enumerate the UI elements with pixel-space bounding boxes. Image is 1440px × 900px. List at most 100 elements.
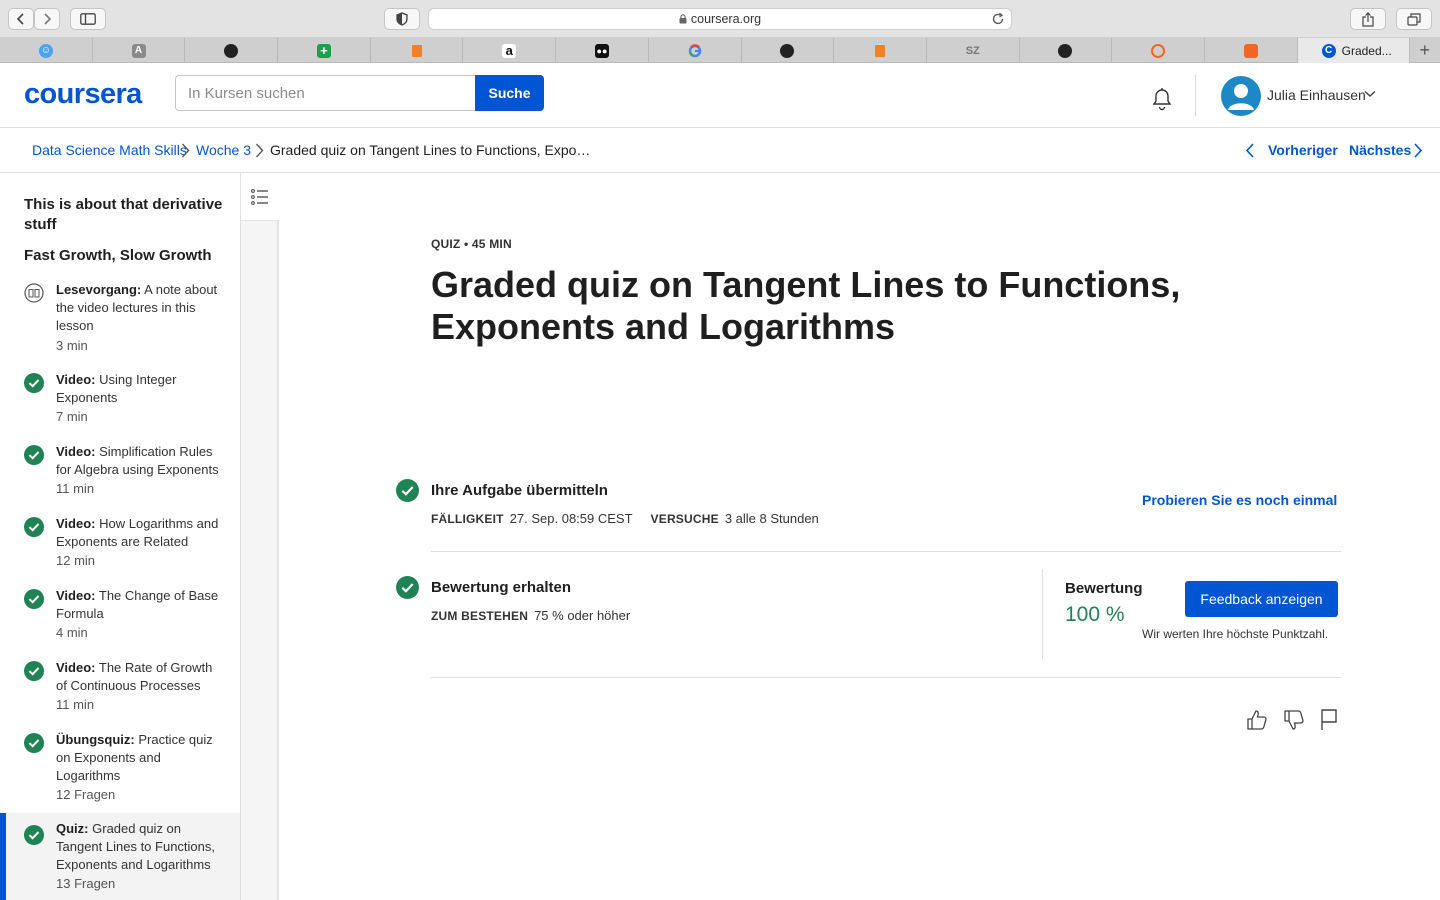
sidebar-item-practice-quiz[interactable]: Übungsquiz: Practice quiz on Exponents a… [0,731,240,807]
pass-label: ZUM BESTEHEN [431,609,529,623]
sidebar-item-video[interactable]: Video: Using Integer Exponents 7 min [0,371,240,429]
lock-icon [679,14,687,24]
breadcrumb-week[interactable]: Woche 3 [196,142,251,158]
reload-icon[interactable] [991,12,1005,26]
tab[interactable] [1112,38,1205,63]
smiley-icon: ☺ [38,43,53,58]
tab[interactable]: A [93,38,186,63]
sidebar-toggle-button[interactable] [70,8,106,30]
search-input[interactable] [175,75,475,111]
book-icon [24,283,44,303]
check-circle-icon [396,479,419,502]
sidebar-item-label: Quiz: Graded quiz on Tangent Lines to Fu… [56,821,215,872]
feedback-button[interactable]: Feedback anzeigen [1185,581,1338,617]
divider [431,551,1341,552]
retry-link[interactable]: Probieren Sie es noch einmal [1142,492,1337,508]
header-divider [1195,75,1196,116]
shield-icon [396,12,408,26]
grade-divider [1042,569,1043,659]
tab[interactable]: + [278,38,371,63]
course-outline-sidebar: This is about that derivative stuff Fast… [0,173,241,900]
privacy-shield-button[interactable] [384,8,420,30]
divider [431,677,1341,678]
user-name[interactable]: Julia Einhausen [1267,87,1366,103]
stack-icon [875,44,886,57]
check-circle-icon [396,576,419,599]
grade-value: 100 % [1065,603,1125,626]
tab[interactable] [1020,38,1113,63]
github-icon [780,43,795,58]
green-plus-icon: + [316,43,331,58]
stack-icon [411,44,422,57]
google-icon [688,43,701,57]
due-label: FÄLLIGKEIT [431,512,504,526]
thumbs-down-icon[interactable] [1282,708,1306,732]
sidebar-item-graded-quiz[interactable]: Quiz: Graded quiz on Tangent Lines to Fu… [0,813,240,900]
coursera-logo[interactable]: coursera [24,78,142,111]
tab[interactable]: ☺ [0,38,93,63]
grade-heading: Bewertung erhalten [431,579,572,596]
check-circle-icon [24,373,44,393]
check-circle-icon [24,445,44,465]
tab[interactable] [185,38,279,63]
search-button[interactable]: Suche [475,75,544,111]
breadcrumb-current: Graded quiz on Tangent Lines to Function… [270,142,591,158]
tab[interactable]: ●● [556,38,649,63]
tab[interactable]: a [463,38,557,63]
tabs-overview-button[interactable] [1396,8,1432,30]
thumbs-up-icon[interactable] [1245,708,1269,732]
module-title: This is about that derivative stuff [24,196,223,233]
tab[interactable] [742,38,835,63]
chevron-down-icon[interactable] [1364,90,1376,98]
grade-label: Bewertung [1065,580,1143,597]
sidebar-icon [80,13,96,25]
sidebar-item-duration: 11 min [56,697,95,712]
tab[interactable]: SZ [927,38,1020,63]
previous-link[interactable]: Vorheriger [1268,142,1338,158]
grade-note: Wir werten Ihre höchste Punktzahl. [1142,627,1329,641]
chevron-right-icon [44,13,52,25]
chevron-right-icon[interactable] [1413,143,1423,158]
back-button[interactable] [8,8,34,30]
breadcrumb: Data Science Math Skills Woche 3 Graded … [0,128,1440,173]
tab-active[interactable]: C Graded... [1297,38,1410,63]
chevron-left-icon [16,13,24,25]
sidebar-item-video[interactable]: Video: The Rate of Growth of Continuous … [0,659,240,717]
github-icon [224,43,239,58]
flag-icon[interactable] [1318,708,1340,732]
address-bar[interactable]: coursera.org [428,8,1012,30]
sidebar-item-duration: 12 min [56,553,96,568]
sidebar-item-label: Video: How Logarithms and Exponents are … [56,516,219,549]
due-value: 27. Sep. 08:59 CEST [509,511,633,526]
share-button[interactable] [1350,8,1386,30]
tab[interactable] [1205,38,1298,63]
sidebar-item-video[interactable]: Video: Simplification Rules for Algebra … [0,443,240,501]
submit-heading: Ihre Aufgabe übermitteln [431,482,608,499]
next-link[interactable]: Nächstes [1349,142,1411,158]
bell-icon[interactable] [1150,85,1174,111]
chevron-left-icon[interactable] [1245,143,1255,158]
check-circle-icon [24,517,44,537]
tab[interactable] [834,38,927,63]
sidebar-item-duration: 13 Fragen [56,876,116,891]
new-tab-button[interactable]: + [1410,38,1440,62]
sidebar-item-label: Lesevorgang: A note about the video lect… [56,282,218,333]
tab-strip: ☺ A + a ●● SZ C Graded... + [0,38,1440,63]
attempts-label: VERSUCHE [650,512,719,526]
submit-meta: FÄLLIGKEIT 27. Sep. 08:59 CEST VERSUCHE 3 a… [431,511,819,526]
sidebar-item-reading[interactable]: Lesevorgang: A note about the video lect… [0,281,240,357]
sidebar-item-video[interactable]: Video: The Change of Base Formula 4 min [0,587,240,645]
check-circle-icon [24,661,44,681]
amazon-icon: a [502,43,517,58]
url-text: coursera.org [690,12,762,26]
quiz-meta: QUIZ • 45 MIN [431,237,512,251]
tab[interactable] [371,38,464,63]
tab[interactable] [649,38,742,63]
forward-button[interactable] [34,8,60,30]
active-tab-title: Graded... [1341,43,1392,58]
outline-toggle-button[interactable] [241,173,279,221]
check-circle-icon [24,733,44,753]
avatar[interactable] [1221,76,1261,116]
breadcrumb-course[interactable]: Data Science Math Skills [32,142,187,158]
sidebar-item-video[interactable]: Video: How Logarithms and Exponents are … [0,515,240,573]
